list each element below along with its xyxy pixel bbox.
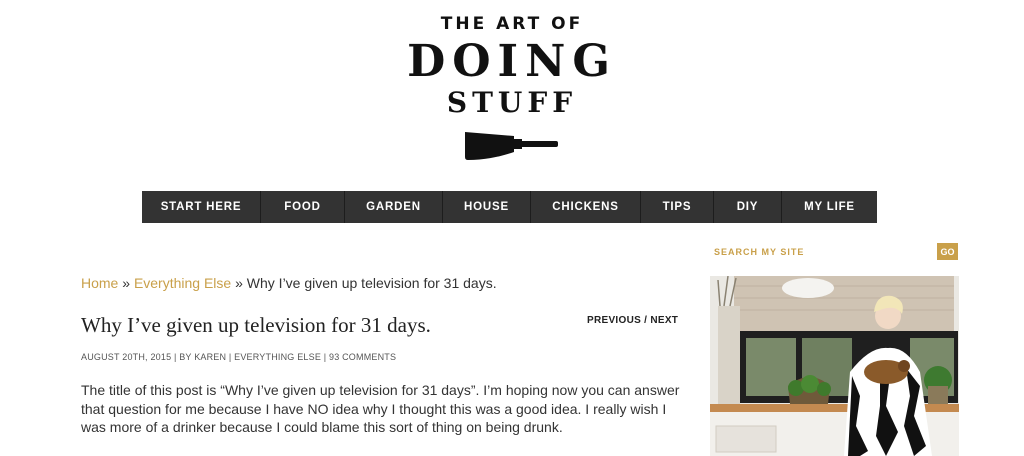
nav-item-garden[interactable]: GARDEN bbox=[345, 191, 443, 223]
breadcrumb-category-link[interactable]: Everything Else bbox=[134, 275, 231, 291]
author-prefix: BY bbox=[179, 352, 195, 362]
site-logo[interactable]: THE ART OF DOING STUFF bbox=[0, 0, 1024, 180]
logo-line-1: THE ART OF bbox=[440, 14, 584, 34]
breadcrumb-home-link[interactable]: Home bbox=[81, 275, 118, 291]
previous-post-link[interactable]: PREVIOUS bbox=[587, 315, 641, 326]
cleaver-icon bbox=[465, 132, 558, 160]
meta-separator: | bbox=[321, 352, 329, 362]
post-author-link[interactable]: KAREN bbox=[194, 352, 226, 362]
pagination-divider: / bbox=[641, 315, 651, 326]
post-meta: AUGUST 20TH, 2015 | BY KAREN | EVERYTHIN… bbox=[81, 352, 396, 362]
post-title: Why I’ve given up television for 31 days… bbox=[81, 313, 431, 337]
logo-line-3: STUFF bbox=[446, 86, 578, 119]
search-go-button[interactable]: GO bbox=[937, 243, 958, 260]
nav-item-my-life[interactable]: MY LIFE bbox=[782, 191, 877, 223]
meta-separator: | bbox=[226, 352, 235, 362]
breadcrumb-separator: » bbox=[231, 275, 247, 291]
logo-line-2: DOING bbox=[407, 36, 617, 87]
breadcrumb-current: Why I’ve given up television for 31 days… bbox=[246, 275, 497, 291]
post-category-link[interactable]: EVERYTHING ELSE bbox=[234, 352, 321, 362]
breadcrumb-separator: » bbox=[118, 275, 134, 291]
nav-item-diy[interactable]: DIY bbox=[714, 191, 782, 223]
post-date: AUGUST 20TH, 2015 bbox=[81, 352, 172, 362]
nav-item-food[interactable]: FOOD bbox=[261, 191, 345, 223]
nav-item-house[interactable]: HOUSE bbox=[443, 191, 531, 223]
nav-item-start-here[interactable]: START HERE bbox=[142, 191, 261, 223]
main-nav: START HERE FOOD GARDEN HOUSE CHICKENS TI… bbox=[142, 191, 877, 223]
next-post-link[interactable]: NEXT bbox=[650, 315, 678, 326]
search-input[interactable] bbox=[712, 243, 936, 261]
post-pagination: PREVIOUS / NEXT bbox=[587, 315, 678, 326]
breadcrumb: Home » Everything Else » Why I’ve given … bbox=[81, 275, 497, 291]
author-photo bbox=[710, 276, 959, 456]
site-search: GO bbox=[712, 243, 958, 261]
nav-item-chickens[interactable]: CHICKENS bbox=[531, 191, 641, 223]
nav-item-tips[interactable]: TIPS bbox=[641, 191, 714, 223]
post-body: The title of this post is “Why I’ve give… bbox=[81, 382, 680, 435]
post-comments-link[interactable]: 93 COMMENTS bbox=[329, 352, 396, 362]
